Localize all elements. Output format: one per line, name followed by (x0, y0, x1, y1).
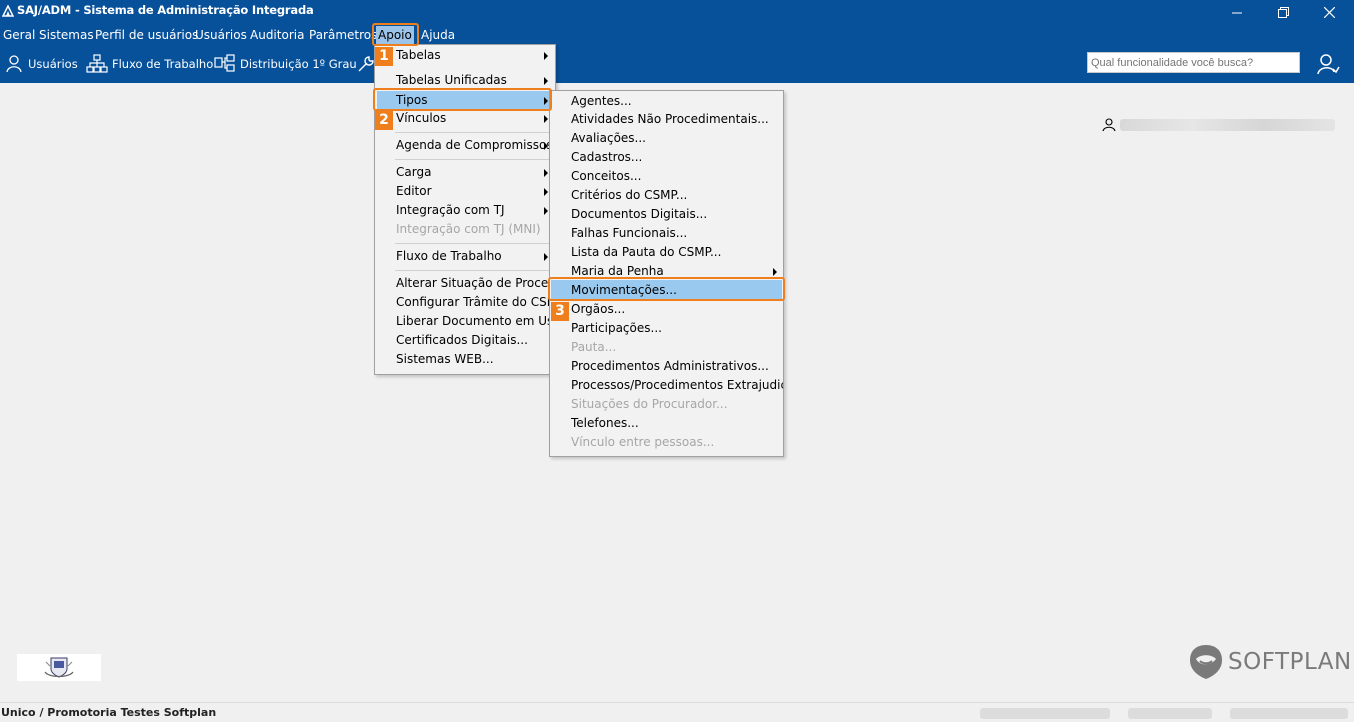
apoio-item-configurar-tramite[interactable]: Configurar Trâmite do CSMP (396, 293, 554, 312)
tipos-submenu: Agentes... Atividades Não Procedimentais… (549, 90, 784, 457)
menu-usuarios[interactable]: Usuários (193, 26, 249, 44)
tipos-item-documentos-digitais[interactable]: Documentos Digitais... (571, 205, 781, 224)
softplan-icon (1190, 645, 1222, 679)
tipos-item-situacoes-procurador: Situações do Procurador... (571, 397, 728, 411)
softplan-logo: SOFTPLAN (1188, 643, 1352, 681)
tipos-item-processos-extrajudiciais[interactable]: Processos/Procedimentos Extrajudiciais (571, 376, 783, 395)
apoio-item-sistemas-web[interactable]: Sistemas WEB... (396, 350, 554, 369)
apoio-item-integracao-tj[interactable]: Integração com TJ (396, 201, 554, 220)
user-account-icon (1317, 54, 1340, 75)
logged-user (1100, 117, 1340, 133)
person-icon (1102, 118, 1116, 132)
tipos-item-vinculo-pessoas: Vínculo entre pessoas... (571, 435, 715, 449)
menu-ajuda[interactable]: Ajuda (419, 26, 457, 44)
callout-box-movimentacoes (548, 277, 785, 301)
callout-box-tipos (373, 88, 552, 111)
tipos-item-avaliacoes[interactable]: Avaliações... (571, 129, 781, 148)
toolbar-usuarios-label: Usuários (28, 57, 78, 71)
status-bar: Unico / Promotoria Testes Softplan (0, 702, 1354, 722)
toolbar-usuarios-button[interactable]: Usuários (4, 53, 78, 75)
separator (395, 243, 553, 244)
tipos-item-criterios[interactable]: Critérios do CSMP... (571, 186, 781, 205)
tipos-item-conceitos[interactable]: Conceitos... (571, 167, 781, 186)
tipos-item-lista-pauta[interactable]: Lista da Pauta do CSMP... (571, 243, 781, 262)
user-icon (6, 55, 22, 73)
apoio-item-carga[interactable]: Carga (396, 163, 554, 182)
status-field-redacted (1128, 708, 1212, 719)
tipos-item-telefones[interactable]: Telefones... (571, 414, 781, 433)
status-field-redacted (1230, 708, 1348, 719)
apoio-item-liberar-documento[interactable]: Liberar Documento em Uso... (396, 312, 572, 331)
apoio-item-vinculos[interactable]: Vínculos (396, 109, 554, 128)
toolbar-fluxo-button[interactable]: Fluxo de Trabalho (86, 53, 213, 75)
separator (395, 132, 553, 133)
institution-logo (17, 654, 101, 681)
minimize-button[interactable] (1214, 0, 1260, 25)
tipos-item-atividades[interactable]: Atividades Não Procedimentais... (571, 110, 781, 129)
separator (395, 159, 553, 160)
menu-perfil-usuarios[interactable]: Perfil de usuários (93, 26, 200, 44)
wrench-icon (358, 56, 374, 72)
minimize-icon (1232, 12, 1242, 13)
tipos-item-agentes[interactable]: Agentes... (571, 92, 781, 111)
tipos-item-orgaos[interactable]: Orgãos... (571, 300, 781, 319)
separator (395, 270, 553, 271)
tipos-item-pauta: Pauta... (571, 340, 617, 354)
apoio-item-tabelas[interactable]: Tabelas (396, 46, 554, 65)
tipos-item-procedimentos-adm[interactable]: Procedimentos Administrativos... (571, 357, 781, 376)
menu-sistemas[interactable]: Sistemas (37, 26, 96, 44)
restore-button[interactable] (1260, 0, 1306, 25)
callout-badge-2: 2 (375, 111, 393, 130)
apoio-item-fluxo-trabalho[interactable]: Fluxo de Trabalho (396, 247, 554, 266)
apoio-item-certificados[interactable]: Certificados Digitais... (396, 331, 554, 350)
callout-box-apoio (372, 23, 419, 46)
workflow-icon (86, 54, 108, 73)
tipos-item-participacoes[interactable]: Participações... (571, 319, 781, 338)
search-input[interactable] (1087, 52, 1300, 73)
status-field-redacted (980, 708, 1110, 719)
menu-parametros[interactable]: Parâmetros (307, 26, 379, 44)
tipos-item-cadastros[interactable]: Cadastros... (571, 148, 781, 167)
callout-badge-3: 3 (551, 302, 569, 321)
distribution-icon (214, 54, 235, 72)
toolbar: Usuários Fluxo de Trabalho Distribuição … (0, 45, 1354, 83)
callout-badge-1: 1 (375, 47, 393, 66)
toolbar-fluxo-label: Fluxo de Trabalho (112, 57, 214, 71)
title-bar: SAJ/ADM - Sistema de Administração Integ… (0, 0, 1354, 25)
coat-of-arms-icon (44, 657, 74, 678)
user-account-button[interactable] (1316, 52, 1340, 76)
menu-bar: Geral Sistemas Perfil de usuários Usuári… (0, 25, 1354, 45)
menu-auditoria[interactable]: Auditoria (248, 26, 306, 44)
user-name-redacted (1120, 119, 1335, 131)
menu-geral[interactable]: Geral (1, 26, 37, 44)
app-icon (2, 5, 14, 17)
close-icon (1323, 7, 1335, 18)
toolbar-distribuicao-label: Distribuição 1º Grau (240, 57, 357, 71)
window-title: SAJ/ADM - Sistema de Administração Integ… (17, 3, 314, 17)
apoio-item-agenda[interactable]: Agenda de Compromissos (396, 136, 554, 155)
restore-icon (1277, 7, 1289, 18)
organization-label: Unico / Promotoria Testes Softplan (1, 706, 217, 719)
close-button[interactable] (1306, 0, 1352, 25)
tipos-item-falhas[interactable]: Falhas Funcionais... (571, 224, 781, 243)
apoio-item-integracao-tj-mni: Integração com TJ (MNI) (396, 222, 541, 236)
softplan-wordmark: SOFTPLAN (1228, 649, 1352, 675)
toolbar-distribuicao-button[interactable]: Distribuição 1º Grau (214, 53, 357, 75)
apoio-item-alterar-situacao[interactable]: Alterar Situação de Processos (396, 274, 554, 293)
apoio-item-editor[interactable]: Editor (396, 182, 554, 201)
